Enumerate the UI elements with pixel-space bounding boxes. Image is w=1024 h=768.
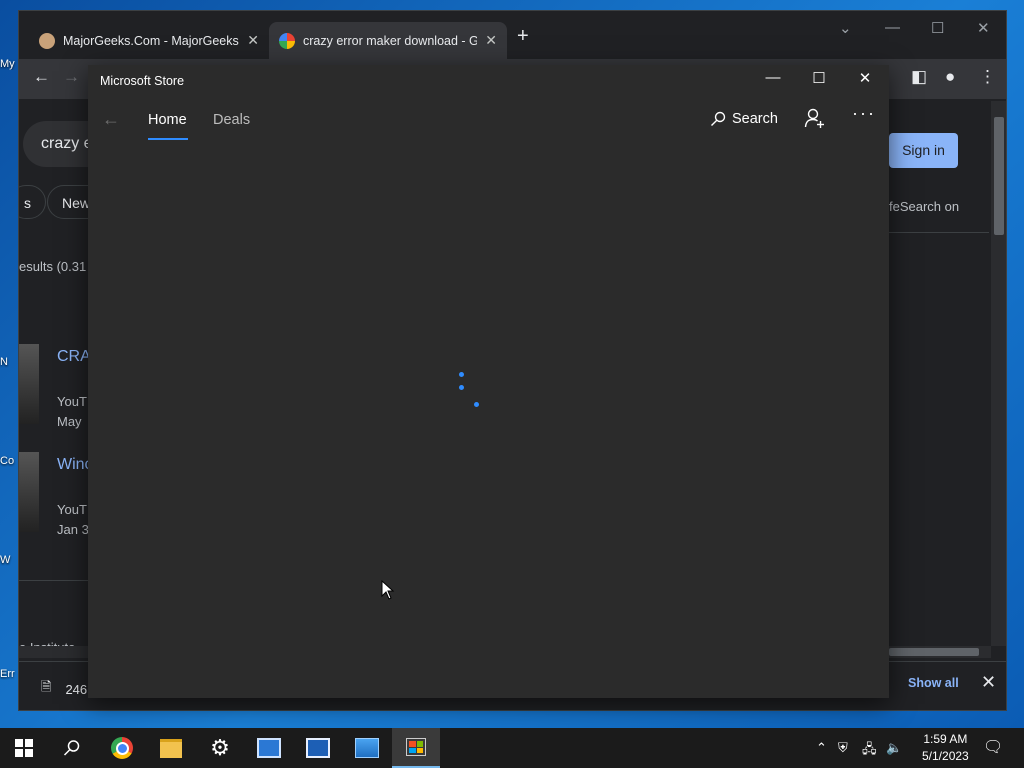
taskbar-search-button[interactable] (48, 728, 96, 768)
taskbar-chrome[interactable] (98, 728, 146, 768)
tab-home[interactable]: Home (148, 112, 187, 128)
safesearch-label[interactable]: feSearch on (889, 199, 959, 214)
sign-in-button[interactable]: Sign in (889, 133, 958, 168)
taskbar-app[interactable] (245, 728, 293, 768)
search-button[interactable]: Search (710, 111, 778, 127)
new-tab-button[interactable]: + (517, 25, 529, 48)
tab-close-icon[interactable]: ✕ (247, 32, 259, 49)
window-app-icon (306, 738, 330, 758)
tab-title: MajorGeeks.Com - MajorGeeks (63, 33, 239, 48)
tab-title: crazy error maker download - Go (303, 33, 478, 48)
back-arrow-icon[interactable]: ← (102, 109, 120, 130)
folder-icon (160, 738, 182, 758)
store-navbar: ← Home Deals Search ··· (88, 97, 889, 145)
taskbar-file-explorer[interactable] (147, 728, 195, 768)
taskbar: ⚙ ⌃ ⛨ 🖧 🔈 1:59 AM 5/1/2023 🗨 (0, 728, 1024, 768)
chrome-icon (111, 737, 133, 759)
microsoft-store-window: Microsoft Store — ☐ ✕ ← Home Deals Searc… (88, 65, 889, 698)
file-icon: 🗎 (41, 679, 52, 694)
search-label: Search (732, 111, 778, 127)
windows-logo-icon (15, 739, 33, 757)
close-icon[interactable]: ✕ (842, 69, 888, 87)
divider (889, 232, 989, 233)
divider (19, 580, 89, 581)
spinner-dot (459, 385, 464, 390)
desktop-icon-label[interactable]: W (0, 554, 20, 566)
vertical-scrollbar[interactable] (991, 101, 1006, 646)
spinner-dot (459, 372, 464, 377)
majorgeeks-favicon-icon (39, 32, 55, 49)
desktop-icon-label[interactable]: Co (0, 455, 20, 467)
more-options-icon[interactable]: ··· (852, 103, 876, 124)
video-thumbnail[interactable] (19, 452, 39, 532)
clock[interactable]: 1:59 AM 5/1/2023 (922, 731, 969, 765)
result-title[interactable]: CRA (57, 348, 91, 366)
taskbar-app[interactable] (294, 728, 342, 768)
filter-chip[interactable]: s (19, 185, 46, 219)
close-icon[interactable]: ✕ (977, 19, 990, 37)
chevron-up-icon[interactable]: ⌃ (816, 740, 827, 756)
desktop-icon-label[interactable]: Err (0, 668, 20, 680)
start-button[interactable] (0, 728, 48, 768)
account-icon[interactable] (804, 107, 826, 129)
active-tab-indicator (148, 138, 188, 140)
show-all-button[interactable]: Show all (908, 676, 959, 690)
result-date: May (57, 414, 82, 429)
tab-deals[interactable]: Deals (213, 112, 250, 128)
video-thumbnail[interactable] (19, 344, 39, 424)
side-panel-icon[interactable]: ◧ (911, 67, 927, 87)
spinner-dot (474, 402, 479, 407)
profile-icon[interactable]: ● (945, 67, 955, 87)
clock-time: 1:59 AM (923, 732, 968, 746)
mouse-cursor-icon (381, 580, 395, 600)
result-date: Jan 3 (57, 522, 89, 537)
photos-icon (355, 738, 379, 758)
forward-arrow-icon[interactable]: → (63, 67, 80, 87)
result-source: YouT (57, 502, 87, 517)
back-arrow-icon[interactable]: ← (33, 67, 50, 87)
tab-majorgeeks[interactable]: MajorGeeks.Com - MajorGeeks ✕ (29, 22, 269, 59)
search-icon (711, 111, 726, 126)
taskbar-settings[interactable]: ⚙ (196, 728, 244, 768)
tab-close-icon[interactable]: ✕ (485, 32, 497, 49)
tab-search-icon[interactable]: ⌄ (839, 19, 852, 37)
window-app-icon (257, 738, 281, 758)
google-favicon-icon (279, 32, 295, 49)
desktop-icon-label[interactable]: N (0, 356, 20, 368)
network-icon[interactable]: 🖧 (862, 740, 877, 762)
desktop-icon-label[interactable]: My (0, 58, 20, 70)
minimize-icon[interactable]: — (750, 69, 796, 86)
download-item[interactable]: 🗎 246 (41, 678, 87, 700)
security-icon[interactable]: ⛨ (838, 740, 848, 756)
scrollbar-thumb[interactable] (994, 117, 1004, 235)
volume-icon[interactable]: 🔈 (886, 740, 902, 756)
store-bag-icon (406, 738, 426, 756)
close-icon[interactable]: ✕ (981, 672, 996, 693)
results-stats: esults (0.31 (19, 259, 87, 274)
clock-date: 5/1/2023 (922, 749, 969, 763)
gear-icon: ⚙ (210, 735, 230, 760)
action-center-icon[interactable]: 🗨 (983, 737, 1003, 757)
menu-kebab-icon[interactable]: ⋮ (979, 67, 996, 87)
taskbar-microsoft-store[interactable] (392, 728, 440, 768)
taskbar-photos[interactable] (343, 728, 391, 768)
tab-google-search[interactable]: crazy error maker download - Go ✕ (269, 22, 507, 59)
minimize-icon[interactable]: — (885, 19, 900, 36)
maximize-icon[interactable]: ☐ (796, 69, 842, 87)
search-icon (63, 740, 80, 756)
tab-strip: MajorGeeks.Com - MajorGeeks ✕ crazy erro… (19, 11, 1006, 59)
download-filename: 246 (65, 681, 88, 697)
window-title: Microsoft Store (100, 74, 185, 88)
maximize-icon[interactable]: ☐ (931, 19, 944, 37)
scrollbar-thumb[interactable] (889, 648, 979, 656)
result-source: YouT (57, 394, 87, 409)
